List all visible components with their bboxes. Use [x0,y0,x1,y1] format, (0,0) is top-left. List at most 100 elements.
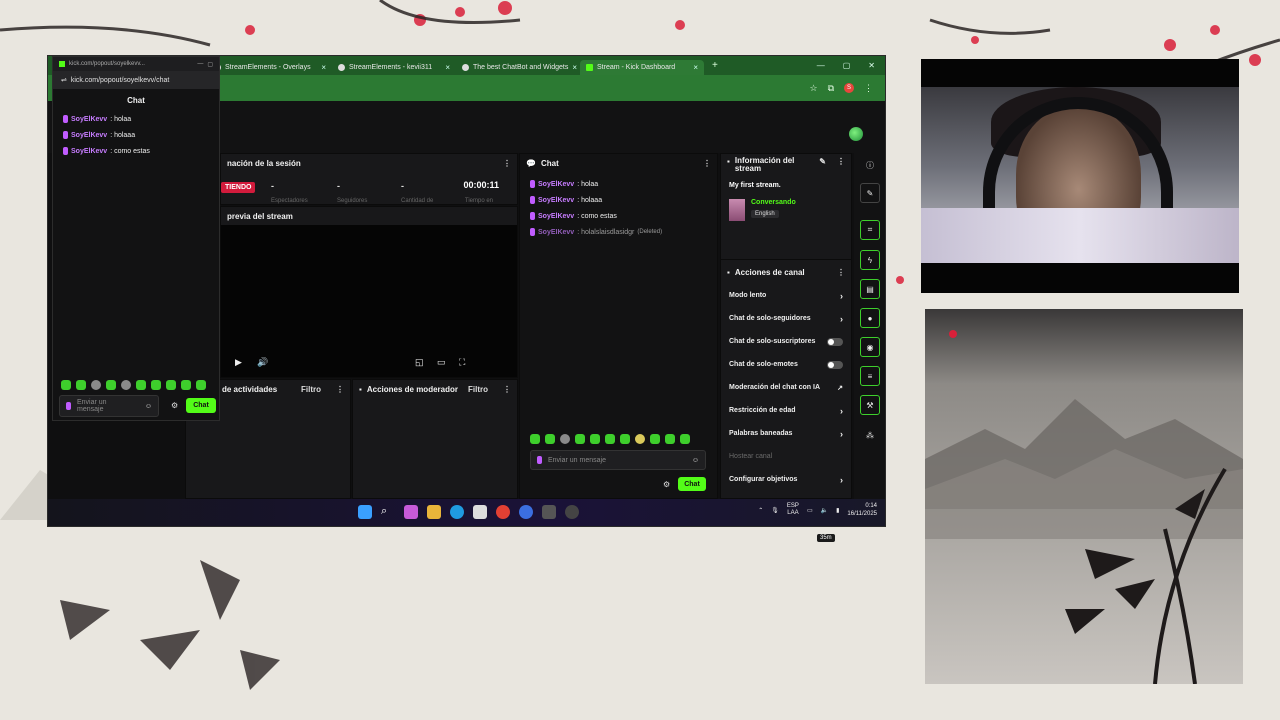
emote-icon[interactable] [545,434,555,444]
clock[interactable]: 0:14 16/11/2025 [847,502,877,518]
chat-username[interactable]: SoyElKevv [71,148,107,155]
browser-tab[interactable]: The best ChatBot and Widgets × [456,60,580,75]
list-icon[interactable]: ≡ [860,366,880,386]
action-banned-words[interactable]: Palabras baneadas › [721,422,851,445]
info-icon[interactable]: ⓘ [860,155,880,175]
chat-input[interactable]: Enviar un mensaje ☺ [530,450,706,470]
more-icon[interactable]: ⋮ [503,159,511,168]
emote-icon[interactable] [61,380,71,390]
browser-tab[interactable]: StreamElements - kevii311 × [332,60,456,75]
theater-icon[interactable]: ▭ [437,357,446,368]
pip-icon[interactable]: ◱ [415,357,424,368]
lightning-icon[interactable]: ϟ [860,250,880,270]
windows-start-icon[interactable] [358,505,372,519]
volume-icon[interactable]: 🔈 [821,507,828,514]
action-age-restriction[interactable]: Restricción de edad › [721,399,851,422]
emote-icon[interactable] [196,380,206,390]
more-icon[interactable]: ⋮ [703,159,711,168]
chat-username[interactable]: SoyElKevv [71,116,107,123]
filter-button[interactable]: Filtro [301,385,321,394]
extensions-icon[interactable]: ⧉ [828,83,834,94]
network-icon[interactable]: ▭ [807,507,813,514]
toggle-switch[interactable] [827,360,843,369]
app-icon[interactable] [542,505,556,519]
chat-input[interactable]: Enviar un mensaje ☺ [59,395,159,417]
play-icon[interactable]: ▶ [235,357,242,368]
close-icon[interactable]: × [693,63,698,72]
volume-icon[interactable]: 🔊 [257,357,268,368]
emote-icon[interactable] [665,434,675,444]
emote-icon[interactable] [635,434,645,444]
edit-icon[interactable]: ✎ [819,157,826,166]
new-tab-button[interactable]: + [712,60,718,71]
more-icon[interactable]: ⋮ [837,268,845,277]
chat-username[interactable]: SoyElKevv [538,181,574,188]
category-link[interactable]: Conversando [751,199,796,206]
emote-icon[interactable] [106,380,116,390]
close-icon[interactable]: × [321,63,326,72]
emote-icon[interactable] [181,380,191,390]
broadcast-icon[interactable]: ◉ [860,337,880,357]
browser-tab-active[interactable]: Stream - Kick Dashboard × [580,60,704,75]
microphone-icon[interactable]: 🎙 [771,507,779,514]
gear-icon[interactable]: ⚙ [171,401,178,410]
send-chat-button[interactable]: Chat [186,398,216,413]
chrome-icon[interactable] [496,505,510,519]
emote-icon[interactable] [590,434,600,444]
minimize-icon[interactable]: — [817,61,825,70]
chat-username[interactable]: SoyElKevv [538,197,574,204]
emote-icon[interactable] [151,380,161,390]
search-icon[interactable]: ⌕ [381,505,395,519]
send-chat-button[interactable]: Chat [678,477,706,491]
site-info-icon[interactable]: ⇌ [61,76,67,84]
emoji-icon[interactable]: ☺ [692,457,699,464]
close-icon[interactable]: × [572,63,577,72]
emote-icon[interactable] [605,434,615,444]
battery-icon[interactable]: ▮ [836,507,839,514]
wrench-icon[interactable]: ⚒ [860,395,880,415]
chat-icon[interactable]: ● [860,308,880,328]
emote-icon[interactable] [680,434,690,444]
emote-icon[interactable] [166,380,176,390]
clipboard-icon[interactable]: ▤ [860,279,880,299]
browser-tab[interactable]: StreamElements - Overlays × [208,60,332,75]
emote-icon[interactable] [620,434,630,444]
widgets-icon[interactable]: ⁂ [860,425,880,445]
action-slow-mode[interactable]: Modo lento › [721,284,851,307]
emote-icon[interactable] [530,434,540,444]
toggle-switch[interactable] [827,337,843,346]
more-icon[interactable]: ⋮ [503,385,511,394]
more-icon[interactable]: ⋮ [837,157,845,166]
maximize-icon[interactable]: ▢ [207,61,213,68]
more-icon[interactable]: ⋮ [336,385,344,394]
popout-urlbar[interactable]: ⇌ kick.com/popout/soyelkevv/chat [53,71,219,89]
language-indicator[interactable]: ESP LAA [787,503,799,517]
emote-icon[interactable] [650,434,660,444]
menu-icon[interactable]: ⋮ [864,83,873,94]
action-followers-only[interactable]: Chat de solo-seguidores › [721,307,851,330]
close-window-icon[interactable]: ✕ [868,61,875,70]
edge-icon[interactable] [450,505,464,519]
star-icon[interactable]: ☆ [809,83,817,94]
emote-icon[interactable] [91,380,101,390]
minimize-icon[interactable]: — [197,61,203,67]
fullscreen-icon[interactable]: ⛶ [459,357,465,368]
chevron-up-icon[interactable]: ⌃ [758,507,763,514]
scan-icon[interactable]: ⌗ [860,220,880,240]
action-goals[interactable]: Configurar objetivos › [721,468,851,491]
user-avatar[interactable] [849,127,863,141]
gear-icon[interactable]: ⚙ [663,480,670,489]
profile-avatar[interactable]: S [844,83,854,93]
copilot-icon[interactable] [404,505,418,519]
obs-icon[interactable] [565,505,579,519]
emote-icon[interactable] [121,380,131,390]
close-icon[interactable]: × [445,63,450,72]
emote-icon[interactable] [136,380,146,390]
emote-icon[interactable] [575,434,585,444]
edit-icon[interactable]: ✎ [860,183,880,203]
filter-button[interactable]: Filtro [468,385,488,394]
emote-icon[interactable] [560,434,570,444]
maximize-icon[interactable]: ▢ [843,61,851,70]
app-icon[interactable] [519,505,533,519]
emote-icon[interactable] [76,380,86,390]
